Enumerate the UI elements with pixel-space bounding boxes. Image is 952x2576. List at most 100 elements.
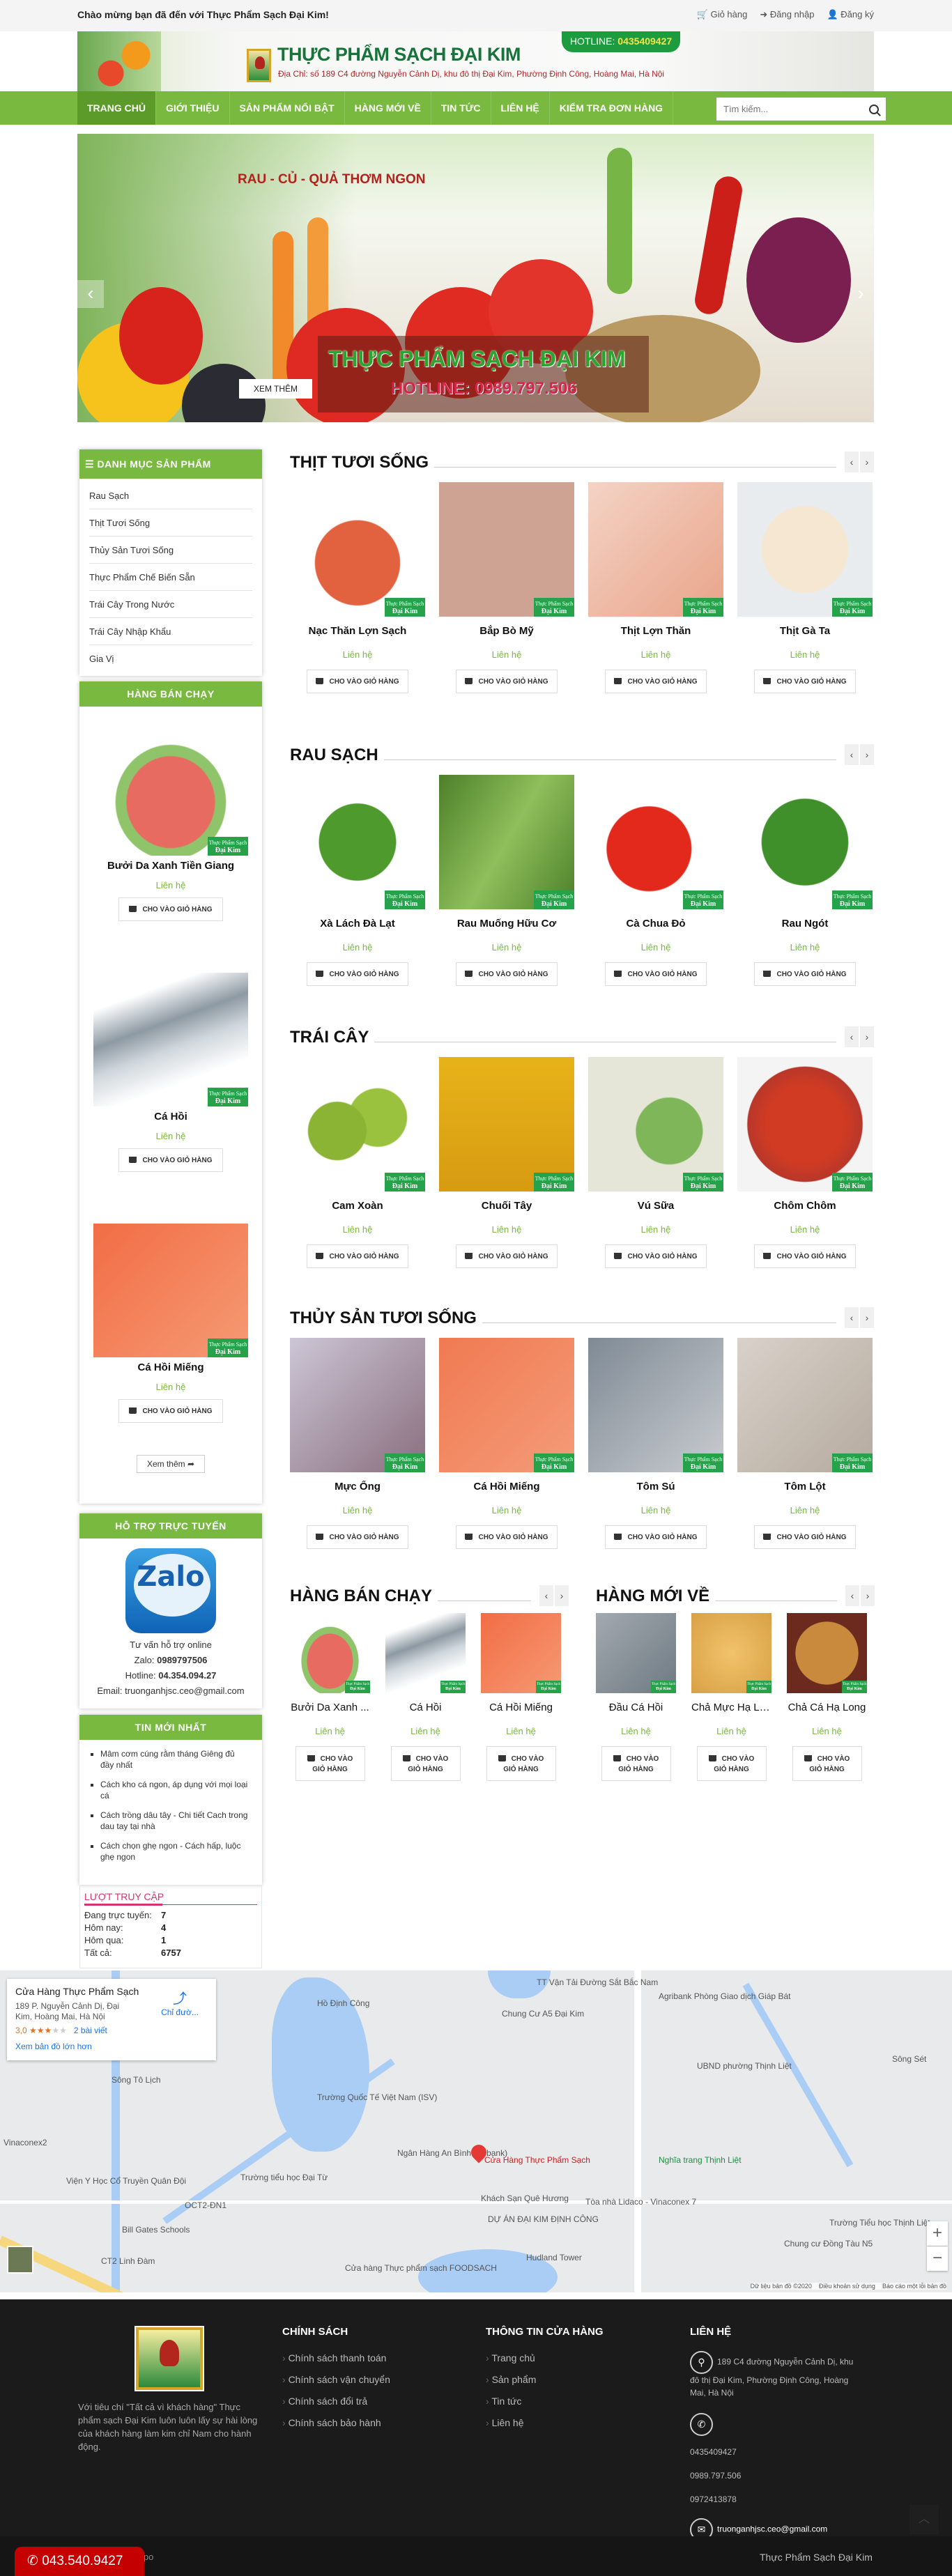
category-item[interactable]: Rau Sạch: [89, 482, 252, 509]
add-to-cart-button[interactable]: CHO VÀO GIỎ HÀNG: [792, 1746, 862, 1781]
map-place-label[interactable]: Cửa Hàng Thực Phẩm Sạch: [484, 2155, 590, 2165]
call-button[interactable]: ✆ 043.540.9427: [15, 2547, 144, 2576]
product-name[interactable]: Chuối Tây: [439, 1200, 574, 1212]
map-place-label[interactable]: Viện Y Học Cổ Truyền Quân Đội: [66, 2176, 186, 2186]
map-place-label[interactable]: Trường Tiểu học Thịnh Liệt: [829, 2218, 930, 2228]
map-place-label[interactable]: Trường Quốc Tế Việt Nam (ISV): [317, 2092, 437, 2102]
map-terms-link[interactable]: Điều khoản sử dụng: [819, 2283, 875, 2290]
footer-link[interactable]: Liên hệ: [486, 2412, 604, 2434]
category-item[interactable]: Thủy Sản Tươi Sống: [89, 537, 252, 564]
map-place-label[interactable]: DỰ ÁN ĐẠI KIM ĐỊNH CÔNG: [488, 2214, 599, 2224]
add-to-cart-button[interactable]: CHO VÀO GIỎ HÀNG: [118, 1148, 223, 1172]
add-to-cart-button[interactable]: CHO VÀO GIỎ HÀNG: [390, 1746, 461, 1781]
larger-map-link[interactable]: Xem bản đồ lớn hơn: [15, 2042, 208, 2051]
add-to-cart-button[interactable]: CHO VÀO GIỎ HÀNG: [605, 1525, 707, 1549]
product-name[interactable]: Bưởi Da Xanh Tiền Giang: [79, 860, 262, 872]
map-place-label[interactable]: Nghĩa trang Thịnh Liệt: [659, 2155, 742, 2165]
product-name[interactable]: Cá Hồi: [385, 1702, 466, 1713]
product-name[interactable]: Rau Muống Hữu Cơ: [439, 918, 574, 930]
product-image[interactable]: Thực Phẩm Sạch Đại Kim: [737, 482, 873, 617]
footer-link[interactable]: Chính sách bảo hành: [282, 2412, 390, 2434]
nav-item[interactable]: LIÊN HỆ: [491, 91, 550, 125]
product-name[interactable]: Cá Hồi Miếng: [481, 1702, 561, 1713]
category-item[interactable]: Trái Cây Trong Nước: [89, 591, 252, 618]
product-name[interactable]: Cá Hồi: [79, 1111, 262, 1123]
prev-arrow-icon[interactable]: ‹: [845, 744, 859, 765]
product-image[interactable]: Thực Phẩm Sạch Đại Kim: [439, 775, 574, 909]
product-image[interactable]: Thực Phẩm Sạch Đại Kim: [93, 973, 248, 1106]
product-image[interactable]: Thực Phẩm Sạch Đại Kim: [439, 482, 574, 617]
contact-phone[interactable]: 0435409427: [690, 2446, 864, 2458]
map-place-label[interactable]: Cửa hàng Thực phẩm sạch FOODSACH: [345, 2263, 497, 2273]
nav-item[interactable]: TRANG CHỦ: [77, 91, 156, 125]
add-to-cart-button[interactable]: CHO VÀO GIỎ HÀNG: [307, 1244, 408, 1268]
news-item[interactable]: Cách kho cá ngon, áp dụng với mọi loại c…: [100, 1779, 248, 1801]
zalo-logo[interactable]: Zalo: [125, 1548, 216, 1633]
google-map[interactable]: Hồ Định Công Trường Quốc Tế Việt Nam (ISV…: [0, 1970, 952, 2292]
product-name[interactable]: Cá Hồi Miếng: [79, 1362, 262, 1373]
category-item[interactable]: Thực Phẩm Chế Biến Sẵn: [89, 564, 252, 591]
news-item[interactable]: Cách chọn ghẹ ngon - Cách hấp, luộc ghẹ …: [100, 1840, 248, 1862]
product-image[interactable]: Thực Phẩm Sạch Đại Kim: [93, 1224, 248, 1357]
next-arrow-icon[interactable]: ›: [861, 1585, 875, 1606]
prev-arrow-icon[interactable]: ‹: [845, 452, 859, 472]
add-to-cart-button[interactable]: CHO VÀO GIỎ HÀNG: [754, 1244, 856, 1268]
contact-phone[interactable]: 0989.797.506: [690, 2469, 864, 2482]
map-place-label[interactable]: Sông Tô Lịch: [112, 2075, 161, 2085]
zoom-in-button[interactable]: +: [927, 2221, 948, 2246]
product-name[interactable]: Đầu Cá Hồi: [596, 1702, 676, 1713]
logo[interactable]: [247, 49, 271, 82]
product-image[interactable]: Thực Phẩm Sạch Đại Kim: [385, 1613, 466, 1693]
add-to-cart-button[interactable]: CHO VÀO GIỎ HÀNG: [456, 962, 558, 986]
news-item[interactable]: Mâm cơm cúng rằm tháng Giêng đủ đầy nhất: [100, 1748, 248, 1771]
add-to-cart-button[interactable]: CHO VÀO GIỎ HÀNG: [118, 897, 223, 921]
product-name[interactable]: Chôm Chôm: [737, 1200, 873, 1212]
zoom-out-button[interactable]: −: [927, 2246, 948, 2271]
add-to-cart-button[interactable]: CHO VÀO GIỎ HÀNG: [754, 670, 856, 693]
product-image[interactable]: Thực Phẩm Sạch Đại Kim: [737, 1338, 873, 1472]
product-image[interactable]: Thực Phẩm Sạch Đại Kim: [737, 1057, 873, 1191]
footer-link[interactable]: Sản phẩm: [486, 2369, 604, 2391]
product-image[interactable]: Thực Phẩm Sạch Đại Kim: [588, 1338, 723, 1472]
product-image[interactable]: Thực Phẩm Sạch Đại Kim: [737, 775, 873, 909]
nav-item[interactable]: HÀNG MỚI VỀ: [345, 91, 431, 125]
add-to-cart-button[interactable]: CHO VÀO GIỎ HÀNG: [456, 1244, 558, 1268]
slide-more-button[interactable]: XEM THÊM: [239, 379, 312, 399]
product-name[interactable]: Bắp Bò Mỹ: [439, 625, 574, 637]
add-to-cart-button[interactable]: CHO VÀO GIỎ HÀNG: [605, 962, 707, 986]
map-place-label[interactable]: Chung Cư A5 Đại Kim: [502, 2009, 584, 2019]
prev-arrow-icon[interactable]: ‹: [845, 1585, 859, 1606]
next-arrow-icon[interactable]: ›: [555, 1585, 569, 1606]
add-to-cart-button[interactable]: CHO VÀO GIỎ HÀNG: [295, 1746, 365, 1781]
category-item[interactable]: Thịt Tươi Sống: [89, 509, 252, 537]
next-arrow-icon[interactable]: ›: [860, 452, 874, 472]
product-image[interactable]: Thực Phẩm Sạch Đại Kim: [290, 1338, 425, 1472]
product-image[interactable]: Thực Phẩm Sạch Đại Kim: [481, 1613, 561, 1693]
product-name[interactable]: Cá Hồi Miếng: [439, 1481, 574, 1493]
product-name[interactable]: Thịt Lợn Thăn: [588, 625, 723, 637]
next-arrow-icon[interactable]: ›: [860, 744, 874, 765]
satellite-toggle[interactable]: [7, 2246, 33, 2274]
product-name[interactable]: Chả Cá Hạ Long: [787, 1702, 867, 1713]
add-to-cart-button[interactable]: CHO VÀO GIỎ HÀNG: [307, 670, 408, 693]
add-to-cart-button[interactable]: CHO VÀO GIỎ HÀNG: [696, 1746, 767, 1781]
product-image[interactable]: Thực Phẩm Sạch Đại Kim: [596, 1613, 676, 1693]
add-to-cart-button[interactable]: CHO VÀO GIỎ HÀNG: [307, 1525, 408, 1549]
map-place-label[interactable]: Hudland Tower: [526, 2253, 582, 2262]
product-image[interactable]: Thực Phẩm Sạch Đại Kim: [290, 1057, 425, 1191]
footer-link[interactable]: Chính sách vận chuyển: [282, 2369, 390, 2391]
see-more-button[interactable]: Xem thêm ➦: [136, 1455, 206, 1473]
map-place-label[interactable]: Agribank Phòng Giao dịch Giáp Bát: [659, 1991, 790, 2001]
map-place-label[interactable]: TT Vận Tải Đường Sắt Bắc Nam: [537, 1977, 658, 1987]
product-image[interactable]: Thực Phẩm Sạch Đại Kim: [588, 482, 723, 617]
slider-prev-arrow-icon[interactable]: ‹: [77, 280, 104, 308]
map-place-label[interactable]: Chung cư Đồng Tàu N5: [784, 2239, 873, 2249]
map-place-label[interactable]: CT2 Linh Đàm: [101, 2256, 155, 2266]
cart-link[interactable]: 🛒 Giỏ hàng: [697, 9, 748, 20]
product-image[interactable]: Thực Phẩm Sạch Đại Kim: [439, 1057, 574, 1191]
back-to-top-button[interactable]: ︿: [909, 2505, 939, 2534]
product-name[interactable]: Tôm Lột: [737, 1481, 873, 1493]
product-name[interactable]: Xà Lách Đà Lạt: [290, 918, 425, 930]
map-place-label[interactable]: Sông Sét: [892, 2054, 926, 2064]
product-image[interactable]: Thực Phẩm Sạch Đại Kim: [290, 482, 425, 617]
